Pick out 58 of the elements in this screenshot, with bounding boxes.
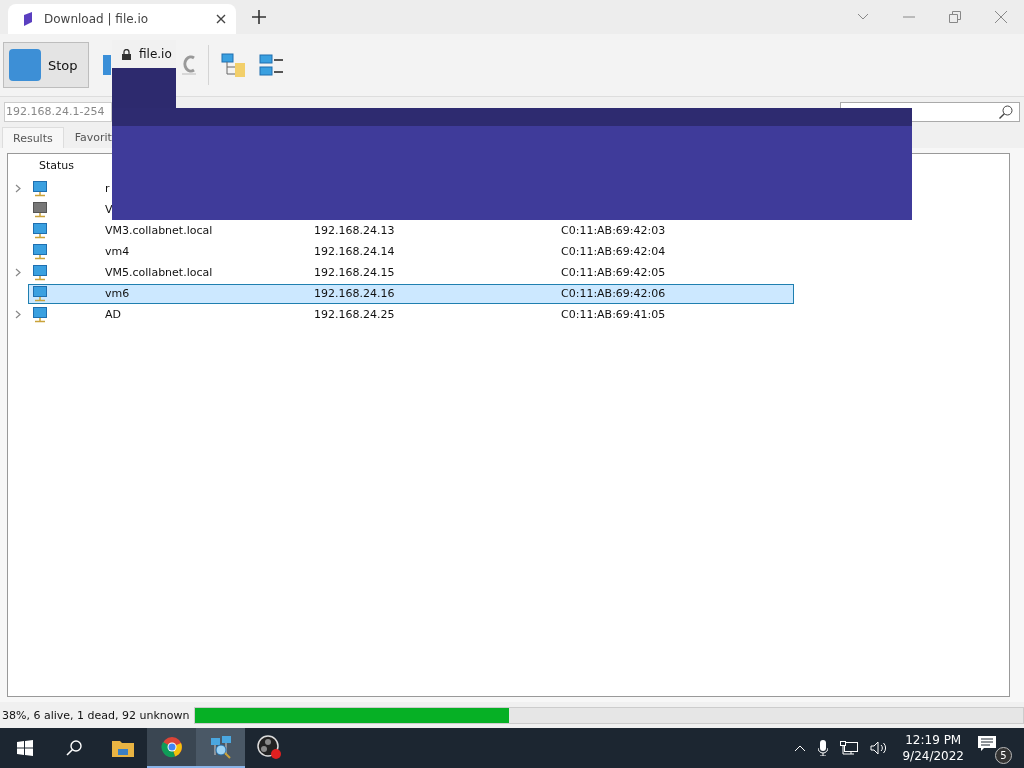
host-name: vm6 <box>105 287 131 300</box>
list-row[interactable]: V <box>28 199 794 220</box>
mac-address: C0:11:AB:69:42:05 <box>561 266 666 279</box>
list-row[interactable]: VM3.collabnet.local 192.168.24.13 C0:11:AB:69:42:03 <box>28 220 794 241</box>
notification-count: 5 <box>995 747 1012 764</box>
browser-tab[interactable]: Download | file.io <box>8 4 236 34</box>
search-icon[interactable] <box>65 740 82 756</box>
host-name: vm4 <box>105 245 131 258</box>
notification-icon[interactable] <box>978 736 996 752</box>
ip-address: 192.168.24.14 <box>314 245 396 258</box>
list-row[interactable]: r <box>28 178 794 199</box>
mac-address: C0:11:AB:69:42:04 <box>561 245 666 258</box>
list-row[interactable]: vm6 192.168.24.16 C0:11:AB:69:42:06 <box>28 283 794 304</box>
speaker-icon[interactable] <box>870 741 889 755</box>
ip-address: 192.168.24.13 <box>314 224 396 237</box>
tree-view-icon[interactable] <box>221 52 247 78</box>
tab[interactable]: Results <box>2 127 64 148</box>
ip-address: 192.168.24.15 <box>314 266 396 279</box>
clock-time[interactable]: 12:19 PM <box>905 732 962 748</box>
microphone-icon[interactable] <box>818 740 829 756</box>
ip-address: 192.168.24.16 <box>314 287 396 300</box>
mac-address: C0:11:AB:69:41:05 <box>561 308 666 321</box>
host-name: VM5.collabnet.local <box>105 266 214 279</box>
clock-date[interactable]: 9/24/2022 <box>902 748 964 764</box>
tab-title: Download | file.io <box>44 12 150 26</box>
popup-text: file.io <box>139 47 172 61</box>
list-view-icon[interactable] <box>259 52 285 78</box>
host-name: VM3.collabnet.local <box>105 224 214 237</box>
restore-icon[interactable] <box>949 11 961 23</box>
list-row[interactable]: vm4 192.168.24.14 C0:11:AB:69:42:04 <box>28 241 794 262</box>
site-icon <box>22 12 34 26</box>
letter-icon[interactable] <box>182 54 196 76</box>
ip-range-field[interactable]: 192.168.24.1-254 <box>4 101 112 122</box>
mac-address: C0:11:AB:69:42:03 <box>561 224 666 237</box>
network-app-icon[interactable] <box>208 735 233 759</box>
chevron-right-icon[interactable] <box>15 310 21 319</box>
network-icon[interactable] <box>840 741 859 755</box>
host-name: V <box>105 203 114 216</box>
status-text: 38%, 6 alive, 1 dead, 92 unknown <box>2 708 190 722</box>
search-icon <box>999 104 1013 119</box>
lock-icon <box>122 48 131 60</box>
close-icon[interactable] <box>216 14 226 24</box>
caret-up-icon[interactable] <box>794 744 807 752</box>
stop-button[interactable]: Stop <box>3 42 89 88</box>
mac-address: C0:11:AB:69:42:06 <box>561 287 666 300</box>
new-tab-icon[interactable] <box>252 10 266 24</box>
record-app-icon[interactable] <box>256 735 283 761</box>
chevron-down-icon[interactable] <box>857 13 869 21</box>
list-row[interactable]: AD 192.168.24.25 C0:11:AB:69:41:05 <box>28 304 794 325</box>
folder-icon[interactable] <box>111 739 134 757</box>
chevron-right-icon[interactable] <box>15 184 21 193</box>
list-row[interactable]: VM5.collabnet.local 192.168.24.15 C0:11:AB:69:42:05 <box>28 262 794 283</box>
ip-address: 192.168.24.25 <box>314 308 396 321</box>
host-name: AD <box>105 308 122 321</box>
host-name: r <box>105 182 111 195</box>
circle-app-icon[interactable] <box>160 736 183 758</box>
windows-icon[interactable] <box>16 740 33 756</box>
chevron-right-icon[interactable] <box>15 268 21 277</box>
